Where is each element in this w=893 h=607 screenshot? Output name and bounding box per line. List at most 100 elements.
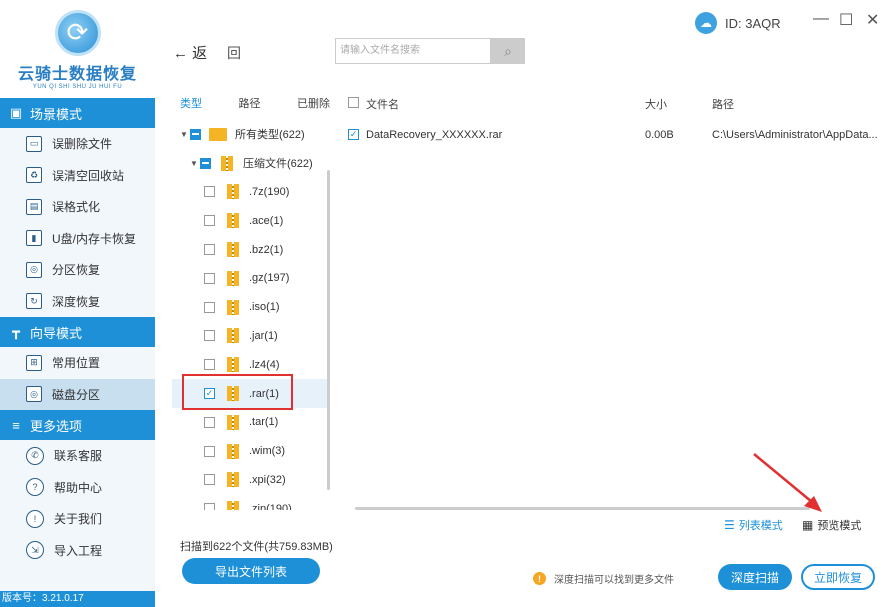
table-row[interactable]: ✓ DataRecovery_XXXXXX.rar 0.00B C:\Users…	[345, 125, 893, 145]
nav-item-format[interactable]: ▤ 误格式化	[0, 191, 155, 223]
tree-item[interactable]: .gz(197)	[172, 264, 327, 293]
tree-scrollbar[interactable]	[327, 170, 330, 490]
tree-item[interactable]: .zip(190)	[172, 494, 327, 510]
archive-file-icon	[227, 270, 239, 286]
list-mode-button[interactable]: ☰ 列表模式	[724, 517, 783, 533]
tree-item[interactable]: .bz2(1)	[172, 235, 327, 264]
list-mode-label: 列表模式	[738, 520, 783, 532]
user-avatar-icon: ☁	[695, 12, 717, 34]
logo-icon	[54, 10, 101, 56]
tree-item-checkbox[interactable]	[204, 330, 215, 342]
archive-file-icon	[221, 155, 233, 171]
tab-type[interactable]: 类型	[180, 95, 202, 115]
expand-arrow-icon[interactable]: ▼	[190, 159, 200, 168]
deep-scan-tip: ! 深度扫描可以找到更多文件	[533, 571, 674, 586]
row-checkbox[interactable]: ✓	[348, 129, 359, 140]
tree-item-checkbox[interactable]	[204, 445, 215, 457]
deep-scan-button[interactable]: 深度扫描	[718, 564, 792, 590]
tab-deleted[interactable]: 已删除	[297, 95, 330, 115]
tree-item-checkbox[interactable]	[204, 416, 215, 428]
file-type-tree: ▼ 所有类型(622) ▼ 压缩文件(622) .7z(190) .ace(1).…	[172, 120, 327, 510]
preview-mode-button[interactable]: ▦ 预览模式	[802, 517, 861, 533]
arrow-left-icon: ←	[173, 45, 188, 62]
id-label: ID: 3AQR	[725, 15, 781, 31]
select-all-checkbox[interactable]	[348, 97, 359, 108]
list-scrollbar[interactable]	[355, 507, 810, 510]
nav-item-import-project[interactable]: ⇲ 导入工程	[0, 535, 155, 567]
section-scene-mode[interactable]: ▣ 场景模式	[0, 98, 155, 128]
tree-item[interactable]: .iso(1)	[172, 293, 327, 322]
header-path[interactable]: 路径	[712, 96, 734, 112]
recover-now-button[interactable]: 立即恢复	[801, 564, 875, 590]
tree-label: .lz4(4)	[249, 358, 280, 371]
tree-label: .gz(197)	[249, 272, 290, 285]
nav-item-recycle-bin[interactable]: ♻ 误清空回收站	[0, 160, 155, 192]
save-icon: ▤	[26, 198, 42, 215]
archive-file-icon	[227, 184, 239, 200]
logo-title: 云骑士数据恢复	[17, 66, 137, 83]
close-icon[interactable]: ✕	[866, 10, 879, 30]
tree-group-checkbox[interactable]	[200, 157, 211, 169]
tree-item-checkbox[interactable]	[204, 186, 215, 198]
nav-item-about-us[interactable]: ! 关于我们	[0, 503, 155, 535]
nav-item-contact-support[interactable]: ✆ 联系客服	[0, 440, 155, 472]
tree-root-checkbox[interactable]	[190, 128, 201, 140]
grid-view-icon: ▦	[802, 518, 814, 532]
tree-root[interactable]: ▼ 所有类型(622)	[172, 120, 327, 149]
search-input[interactable]: 请输入文件名搜索	[335, 38, 491, 64]
tree-item[interactable]: .xpi(32)	[172, 466, 327, 495]
tree-item-checkbox[interactable]	[204, 474, 215, 486]
tree-item-checkbox[interactable]	[204, 215, 215, 227]
user-id[interactable]: ☁ ID: 3AQR	[695, 12, 781, 34]
tree-label: .wim(3)	[249, 445, 286, 458]
nav-item-deleted-files[interactable]: ▭ 误删除文件	[0, 128, 155, 160]
annotation-arrow-icon	[753, 453, 822, 512]
tree-item-checkbox[interactable]	[204, 244, 215, 256]
tree-item[interactable]: .7z(190)	[172, 178, 327, 207]
archive-file-icon	[227, 414, 239, 430]
delete-file-icon: ▭	[26, 135, 42, 152]
version-label: 版本号：3.21.0.17	[0, 591, 155, 607]
tab-path[interactable]: 路径	[239, 95, 261, 115]
expand-arrow-icon[interactable]: ▼	[180, 130, 190, 139]
section-title: 更多选项	[30, 418, 83, 434]
search-button[interactable]: ⌕	[491, 38, 525, 64]
section-guide-mode[interactable]: ┳ 向导模式	[0, 317, 155, 347]
nav-item-disk-partition[interactable]: ◎ 磁盘分区	[0, 378, 155, 410]
back-button[interactable]: ← 返	[173, 42, 207, 63]
nav-label: 误删除文件	[52, 137, 113, 152]
deep-scan-icon: ↻	[26, 293, 42, 310]
home-button[interactable]: 回	[227, 43, 241, 63]
archive-file-icon	[227, 213, 239, 229]
tree-label: 所有类型(622)	[235, 129, 305, 142]
section-more-options[interactable]: ≡ 更多选项	[0, 410, 155, 440]
file-name: DataRecovery_XXXXXX.rar	[366, 129, 503, 141]
tree-item-checkbox[interactable]	[204, 301, 215, 313]
tree-group-archives[interactable]: ▼ 压缩文件(622)	[172, 149, 327, 178]
tree-item[interactable]: .jar(1)	[172, 322, 327, 351]
tree-item-checkbox[interactable]	[204, 359, 215, 371]
nav-item-partition-recovery[interactable]: ◎ 分区恢复	[0, 254, 155, 286]
header-name[interactable]: 文件名	[366, 96, 399, 112]
minimize-icon[interactable]: —	[813, 10, 829, 28]
nav-item-deep-recovery[interactable]: ↻ 深度恢复	[0, 286, 155, 318]
tree-item-checkbox[interactable]	[204, 503, 215, 510]
nav-item-common-locations[interactable]: ⊞ 常用位置	[0, 347, 155, 379]
nav-label: 误清空回收站	[52, 168, 125, 183]
tree-item[interactable]: .tar(1)	[172, 408, 327, 437]
tree-label: .bz2(1)	[249, 243, 284, 256]
nav-label: 导入工程	[54, 543, 103, 558]
tree-item[interactable]: .wim(3)	[172, 437, 327, 466]
archive-file-icon	[227, 328, 239, 344]
tree-label: .jar(1)	[249, 329, 278, 342]
nav-item-help-center[interactable]: ? 帮助中心	[0, 472, 155, 504]
disk-icon: ◎	[26, 261, 42, 278]
export-file-list-button[interactable]: 导出文件列表	[182, 558, 320, 584]
recycle-bin-icon: ♻	[26, 167, 42, 184]
maximize-icon[interactable]: ☐	[839, 10, 853, 30]
header-size[interactable]: 大小	[645, 96, 667, 112]
windows-icon: ⊞	[26, 354, 42, 371]
tree-item-checkbox[interactable]	[204, 272, 215, 284]
tree-item[interactable]: .ace(1)	[172, 206, 327, 235]
nav-item-usb[interactable]: ▮ U盘/内存卡恢复	[0, 223, 155, 255]
